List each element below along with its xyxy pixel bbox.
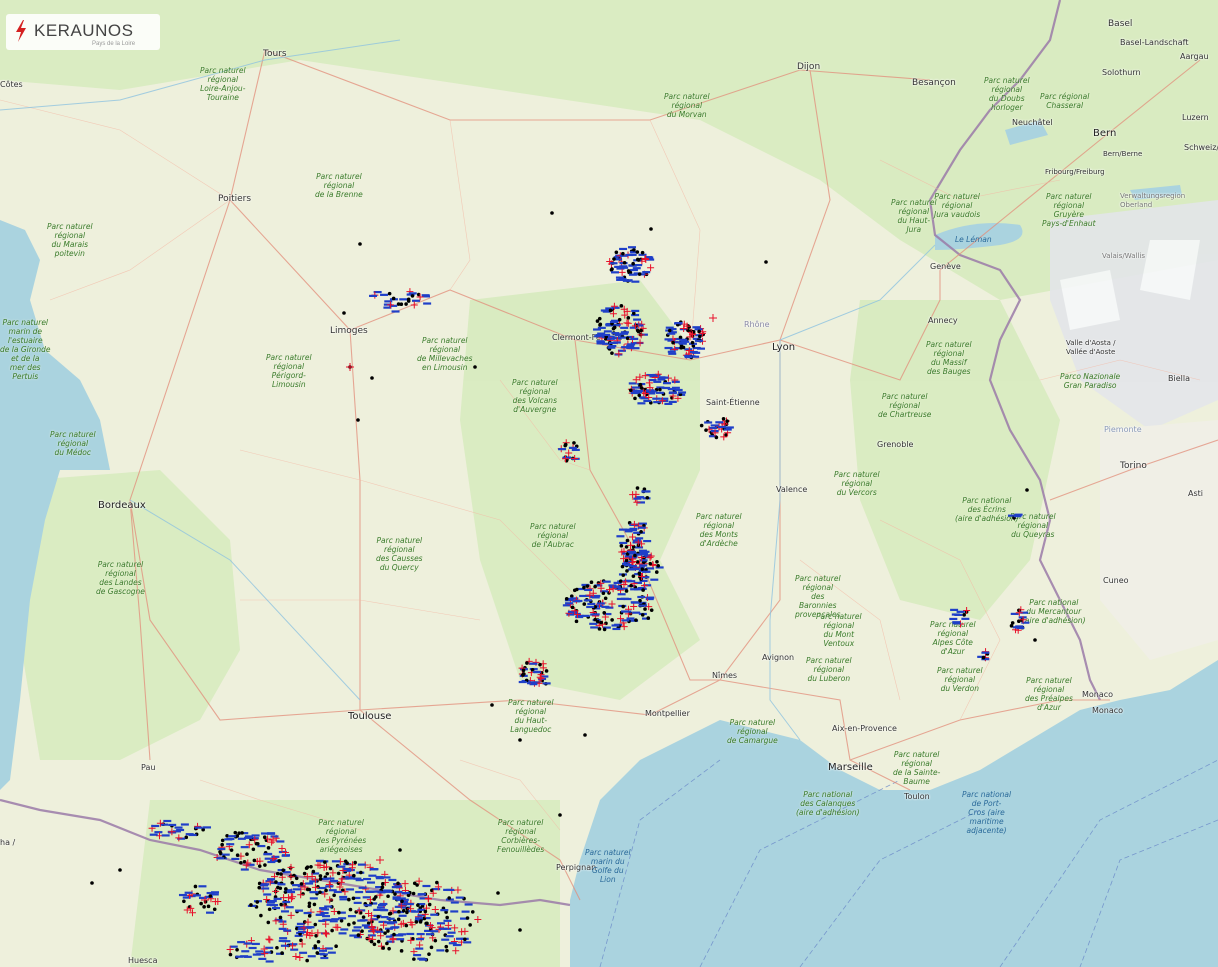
city-label: Aargau: [1180, 52, 1209, 61]
city-label: Huesca: [128, 956, 158, 965]
park-label: Parc naturel marin du Golfe du Lion: [585, 848, 631, 884]
city-label: Tours: [263, 49, 287, 59]
city-label: Bordeaux: [98, 500, 146, 511]
region-label: Valais/Wallis: [1102, 252, 1145, 260]
city-label: Marseille: [828, 762, 873, 773]
region-label: Rhône: [744, 320, 770, 329]
region-label: Verwaltungsregion Oberland: [1120, 192, 1186, 209]
park-label: Parc national des Écrins (aire d'adhésio…: [955, 496, 1019, 523]
brand-name: KERAUNOS: [34, 21, 134, 40]
park-label: Parc régional Chasseral: [1040, 92, 1090, 110]
city-label: Annecy: [928, 316, 958, 325]
park-label: Parc naturel régional du Vercors: [834, 470, 880, 497]
city-label: Asti: [1188, 489, 1203, 498]
park-label: Parc naturel régional du Luberon: [806, 656, 852, 683]
city-label: Monaco: [1092, 706, 1124, 715]
city-label: Dijon: [797, 62, 821, 72]
park-label: Parc naturel régional des Causses du Que…: [376, 536, 423, 572]
city-label: Basel-Landschaft: [1120, 38, 1189, 47]
park-label: Parc naturel régional du Doubs horloger: [984, 76, 1030, 112]
park-label: Parc naturel régional Alpes Côte d'Azur: [930, 620, 976, 656]
park-label: Parc naturel régional de la Brenne: [315, 172, 363, 199]
park-label: Parc naturel régional des Volcans d'Auve…: [512, 378, 558, 414]
city-label: Solothurn: [1102, 68, 1141, 77]
city-label: Torino: [1120, 461, 1147, 471]
city-label: Fribourg/Freiburg: [1045, 168, 1105, 176]
brand-tagline: Pays de la Loire: [92, 41, 136, 47]
city-label: Toulon: [904, 792, 930, 801]
park-label: Parc national des Calanques (aire d'adhé…: [796, 790, 860, 817]
park-label: Parc naturel régional du Queyras: [1010, 512, 1056, 539]
city-label: Neuchâtel: [1012, 118, 1053, 127]
brand-logo[interactable]: KERAUNOS Pays de la Loire: [6, 14, 160, 50]
city-label: Grenoble: [877, 440, 914, 449]
city-label: Luzern: [1182, 113, 1209, 122]
city-label: Genève: [930, 262, 961, 271]
park-label: Parc naturel régional Corbières- Fenouil…: [497, 818, 545, 854]
city-label: Besançon: [912, 78, 956, 88]
lake-label: Le Léman: [955, 235, 992, 244]
city-label: Valence: [776, 485, 808, 494]
city-label: Lyon: [772, 342, 796, 353]
park-label: Parco Nazionale Gran Paradiso: [1060, 372, 1121, 390]
park-label: Parc naturel régional du Médoc: [50, 430, 96, 457]
park-label: Parc naturel régional du Marais poitevin: [47, 222, 93, 258]
city-label: Toulouse: [348, 711, 392, 722]
park-label: Parc naturel régional Périgord- Limousin: [266, 353, 312, 389]
city-label: Clermont-Ferrand: [552, 333, 623, 342]
park-label: Parc naturel régional des Monts d'Ardèch…: [696, 512, 742, 548]
park-label: Parc naturel régional des Landes de Gasc…: [96, 560, 145, 596]
city-label: Montpellier: [645, 709, 690, 718]
lightning-bolt-icon: [16, 20, 26, 42]
city-label: Limoges: [330, 326, 368, 336]
city-label: Aix-en-Provence: [832, 724, 897, 733]
park-label: Parc naturel régional de la Sainte- Baum…: [893, 750, 941, 786]
city-label: Basel: [1108, 19, 1133, 29]
city-label: Cuneo: [1103, 576, 1129, 585]
city-label: Schweiz/Suisse/Svizzera: [1184, 143, 1218, 152]
park-label: Parc naturel régional Gruyère Pays-d'Enh…: [1042, 192, 1096, 228]
city-label: Biella: [1168, 374, 1190, 383]
park-label: Parc naturel régional de l'Aubrac: [530, 522, 576, 549]
park-label: Parc naturel régional des Pyrénées ariég…: [316, 818, 367, 854]
park-label: Parc naturel régional de Millevaches en …: [417, 336, 473, 372]
park-label: Parc naturel régional du Massif des Baug…: [926, 340, 972, 376]
park-label: Parc naturel régional du Morvan: [664, 92, 710, 119]
park-label: Parc naturel régional Loire-Anjou- Toura…: [200, 66, 246, 102]
city-label: Bern/Berne: [1103, 150, 1143, 158]
city-label: Avignon: [762, 653, 795, 662]
park-label: Parc national de Port- Cros (aire mariti…: [962, 790, 1012, 835]
city-label: Monaco: [1082, 690, 1114, 699]
park-label: Parc naturel régional du Haut- Languedoc: [508, 698, 554, 734]
city-label: Nîmes: [712, 671, 738, 680]
park-label: Parc naturel régional du Mont Ventoux: [816, 612, 862, 648]
park-label: Parc naturel régional du Verdon: [937, 666, 983, 693]
basemap: [0, 0, 1218, 967]
park-label: Parc naturel régional de Camargue: [727, 718, 778, 745]
city-label: Poitiers: [218, 194, 252, 204]
city-label: Saint-Étienne: [706, 398, 760, 407]
city-label: Piemonte: [1104, 425, 1142, 434]
city-label: Bern: [1093, 128, 1117, 139]
park-label: Parc naturel régional du Haut- Jura: [891, 198, 937, 234]
park-label: Parc naturel régional de Chartreuse: [878, 392, 932, 419]
region-label: ha /: [0, 838, 16, 847]
city-label: Pau: [141, 763, 156, 772]
lightning-map[interactable]: KERAUNOS Pays de la Loire Tours Dijon Be…: [0, 0, 1218, 967]
park-label: Parc national du Mercantour (aire d'adhé…: [1022, 598, 1086, 625]
city-label: Valle d'Aosta / Vallée d'Aoste: [1066, 339, 1116, 356]
region-label: Côtes: [0, 80, 23, 89]
park-label: Parc naturel régional Jura vaudois: [934, 192, 981, 219]
park-label: Parc naturel régional des Préalpes d'Azu…: [1025, 676, 1073, 712]
park-label: Parc naturel marin de l'estuaire de la G…: [0, 318, 51, 381]
